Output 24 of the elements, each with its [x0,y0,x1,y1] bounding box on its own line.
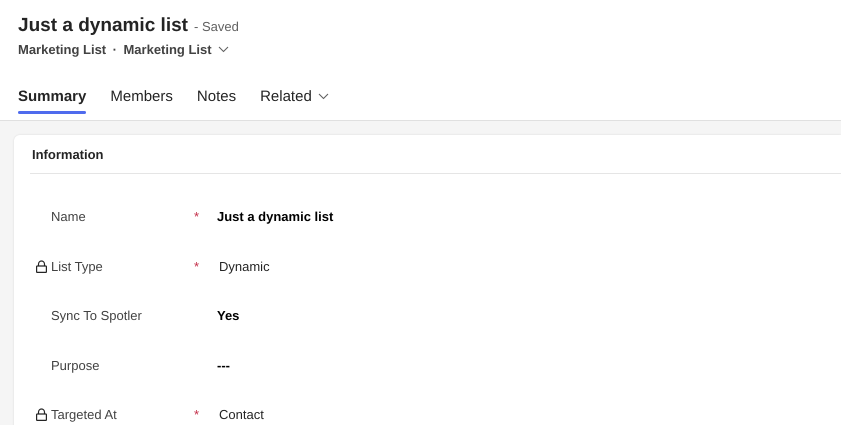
tab[interactable]: Related [260,84,339,120]
required-marker: * [194,407,200,422]
save-status: - Saved [194,18,239,36]
field-value[interactable]: --- [217,356,230,375]
field-value[interactable]: Just a dynamic list [217,207,334,226]
field-label: List Type [51,258,103,274]
required-marker: * [194,258,200,274]
record-title: Just a dynamic list [18,14,188,38]
field-value[interactable]: Yes [217,306,240,326]
tab[interactable]: Members [110,84,183,120]
field-label: Sync To Spotler [51,308,142,323]
field-label: Purpose [51,358,100,372]
section-title: Information [30,134,841,174]
form-selector[interactable]: Marketing List [123,40,230,60]
tab[interactable]: Summary [18,84,96,120]
field-label: Name [51,209,86,224]
separator: · [112,41,117,59]
entity-name: Marketing List [18,41,106,59]
field-value[interactable]: Contact [217,405,264,424]
field-value[interactable]: Dynamic [217,256,270,276]
field-label: Targeted At [51,407,117,422]
chevron-down-icon [218,46,230,54]
required-marker: * [194,209,200,224]
tab[interactable]: Notes [196,84,246,120]
